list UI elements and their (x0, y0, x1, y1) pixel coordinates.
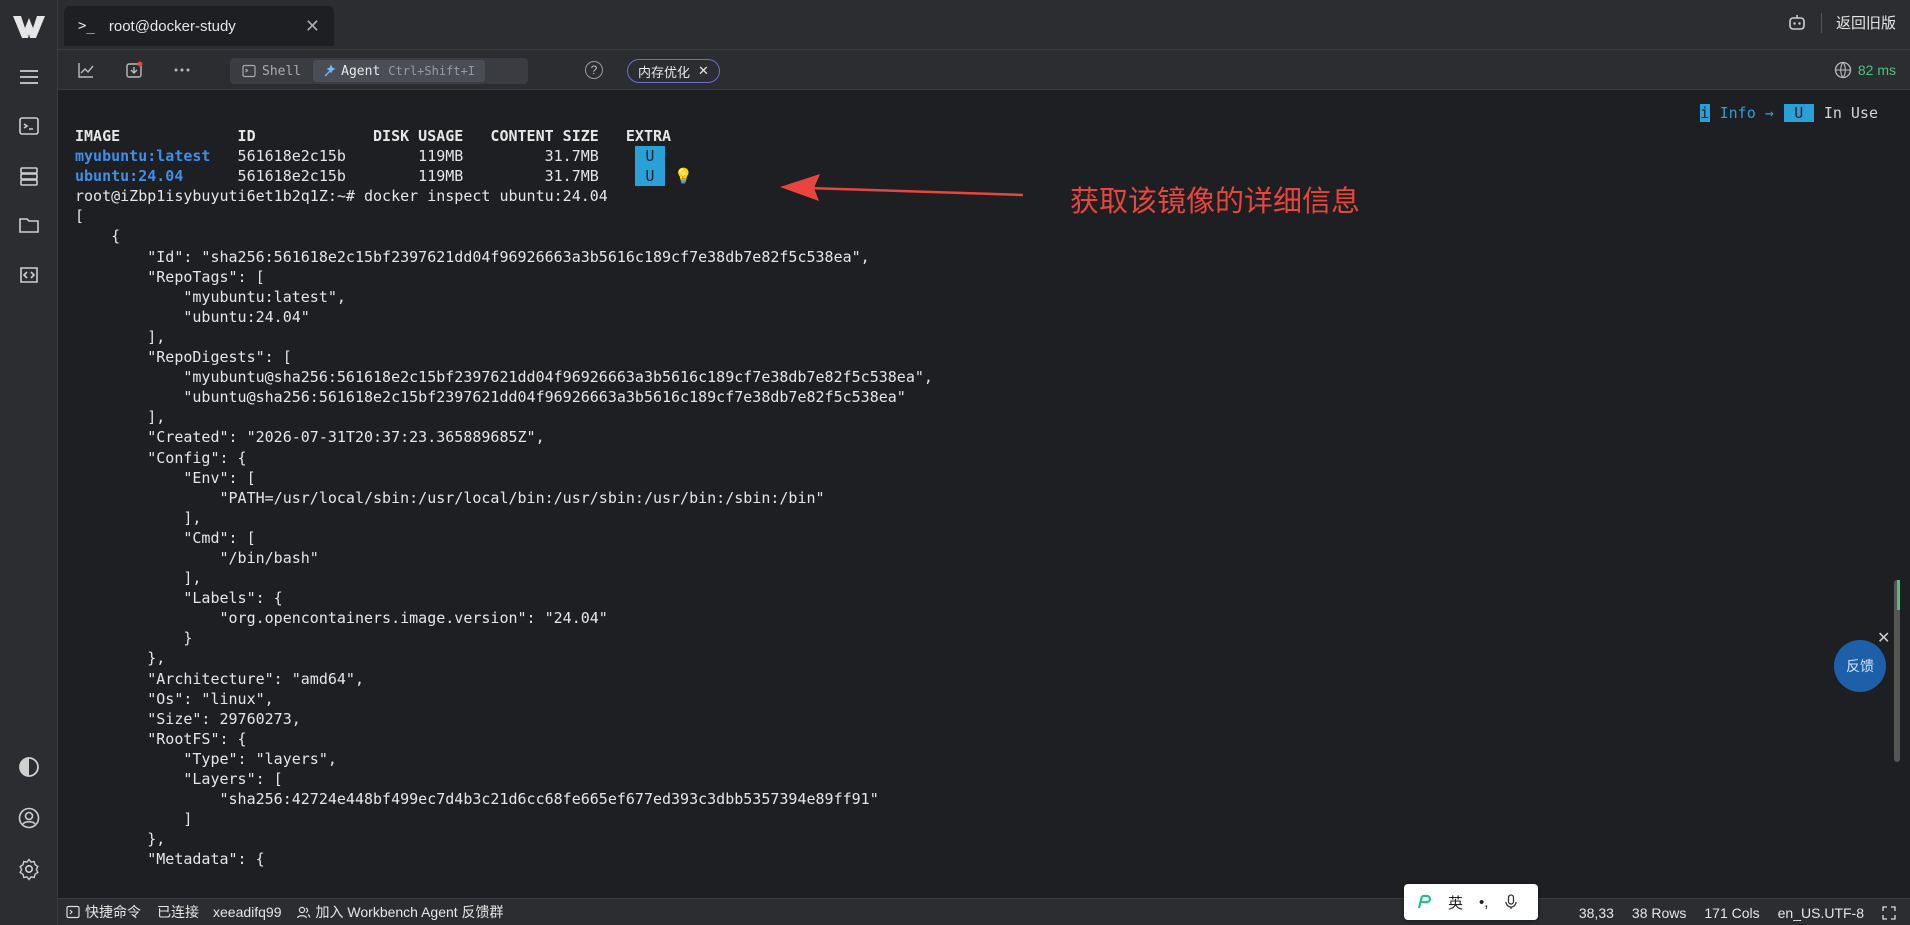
terminal-session-tab[interactable]: >_ root@docker-study ✕ (64, 6, 334, 46)
feedback-close-icon[interactable]: ✕ (1877, 628, 1890, 648)
info-marker: i (1699, 104, 1710, 122)
annotation-text: 获取该镜像的详细信息 (1070, 186, 1361, 218)
tab-close-icon[interactable]: ✕ (305, 16, 320, 37)
terminal-prompt-icon: >_ (78, 18, 95, 34)
terminal-rows: 38 Rows (1631, 904, 1687, 921)
terminal-cols: 171 Cols (1704, 904, 1760, 921)
workbench-logo-icon[interactable] (11, 12, 47, 42)
fullscreen-icon[interactable] (1882, 905, 1896, 920)
ime-punctuation-toggle[interactable]: •, (1479, 894, 1488, 911)
chip-close-icon[interactable]: ✕ (698, 63, 709, 79)
user-account-icon[interactable] (16, 805, 42, 831)
scroll-position-marker (1897, 580, 1900, 610)
left-rail (0, 0, 58, 925)
terminal-text: IMAGE ID DISK USAGE CONTENT SIZE EXTRA m… (75, 126, 933, 869)
help-icon[interactable]: ? (585, 61, 603, 79)
terminal-encoding[interactable]: en_US.UTF-8 (1778, 905, 1864, 921)
divider (1820, 12, 1822, 33)
extra-legend: i Info → U In Use (1699, 104, 1878, 122)
shell-icon (242, 64, 256, 78)
folder-icon[interactable] (16, 212, 42, 238)
image-row-ubuntu: 561618e2c15b 119MB 31.7MB (183, 167, 635, 186)
annotation-arrow-icon (780, 174, 1024, 201)
in-use-marker: U (1783, 104, 1814, 122)
cursor-position: 38,33 (1578, 904, 1614, 921)
theme-contrast-icon[interactable] (16, 754, 42, 780)
in-use-legend-label: In Use (1823, 104, 1878, 122)
join-feedback-group-link[interactable]: 加入 Workbench Agent 反馈群 (296, 902, 504, 922)
menu-icon[interactable] (16, 64, 42, 90)
terminal-output[interactable]: i Info → U In Use IMAGE ID DISK USAGE CO… (58, 90, 1910, 898)
lightbulb-icon[interactable]: 💡 (674, 167, 693, 185)
image-row-myubuntu: 561618e2c15b 119MB 31.7MB (210, 147, 635, 166)
code-file-icon[interactable] (16, 262, 42, 288)
info-legend-label: Info → (1719, 104, 1774, 122)
in-use-badge: U (634, 166, 665, 187)
terminal-toolbar: Shell Agent Ctrl+Shift+I ? 内存优化 ✕ 82 ms (58, 50, 1910, 90)
image-name-myubuntu: myubuntu:latest (75, 147, 211, 166)
in-use-badge: U (634, 146, 665, 167)
ai-assistant-icon[interactable] (1787, 13, 1807, 33)
settings-gear-icon[interactable] (16, 856, 42, 882)
network-latency: 82 ms (1834, 61, 1896, 79)
input-method-bar[interactable]: 英 •, (1404, 884, 1538, 920)
images-table-header: IMAGE ID DISK USAGE CONTENT SIZE EXTRA (75, 127, 672, 145)
monitor-chart-icon[interactable] (74, 58, 98, 82)
tab-shell[interactable]: Shell (232, 60, 311, 82)
terminal-icon[interactable] (16, 113, 42, 139)
agent-sparkle-icon (324, 64, 336, 77)
old-version-button[interactable]: 返回旧版 (1836, 12, 1896, 33)
tab-agent[interactable]: Agent Ctrl+Shift+I (313, 60, 485, 82)
ime-logo-icon (1417, 894, 1432, 909)
inspect-output: root@iZbp1isybuyuti6et1b2q1Z:~# docker i… (75, 187, 933, 869)
download-file-icon[interactable] (122, 58, 146, 82)
agent-shortcut-hint: Ctrl+Shift+I (388, 64, 475, 78)
title-bar: >_ root@docker-study ✕ 返回旧版 (58, 0, 1910, 50)
microphone-icon[interactable] (1504, 894, 1518, 910)
ime-language-toggle[interactable]: 英 (1448, 892, 1463, 913)
globe-icon (1834, 61, 1852, 79)
quick-command-icon (66, 905, 80, 919)
quick-commands-button[interactable]: 快捷命令 (66, 902, 141, 922)
mode-switcher: Shell Agent Ctrl+Shift+I (230, 58, 528, 84)
current-user: xeeadifq99 (213, 904, 282, 920)
memory-optimize-chip[interactable]: 内存优化 ✕ (627, 59, 720, 83)
tab-title: root@docker-study (108, 17, 236, 35)
server-list-icon[interactable] (16, 163, 42, 189)
status-bar: 快捷命令 已连接 xeeadifq99 加入 Workbench Agent 反… (58, 898, 1910, 925)
connection-status: 已连接 (157, 904, 199, 920)
image-name-ubuntu: ubuntu:24.04 (75, 167, 184, 186)
more-options-icon[interactable] (170, 58, 194, 82)
group-users-icon (296, 906, 310, 919)
